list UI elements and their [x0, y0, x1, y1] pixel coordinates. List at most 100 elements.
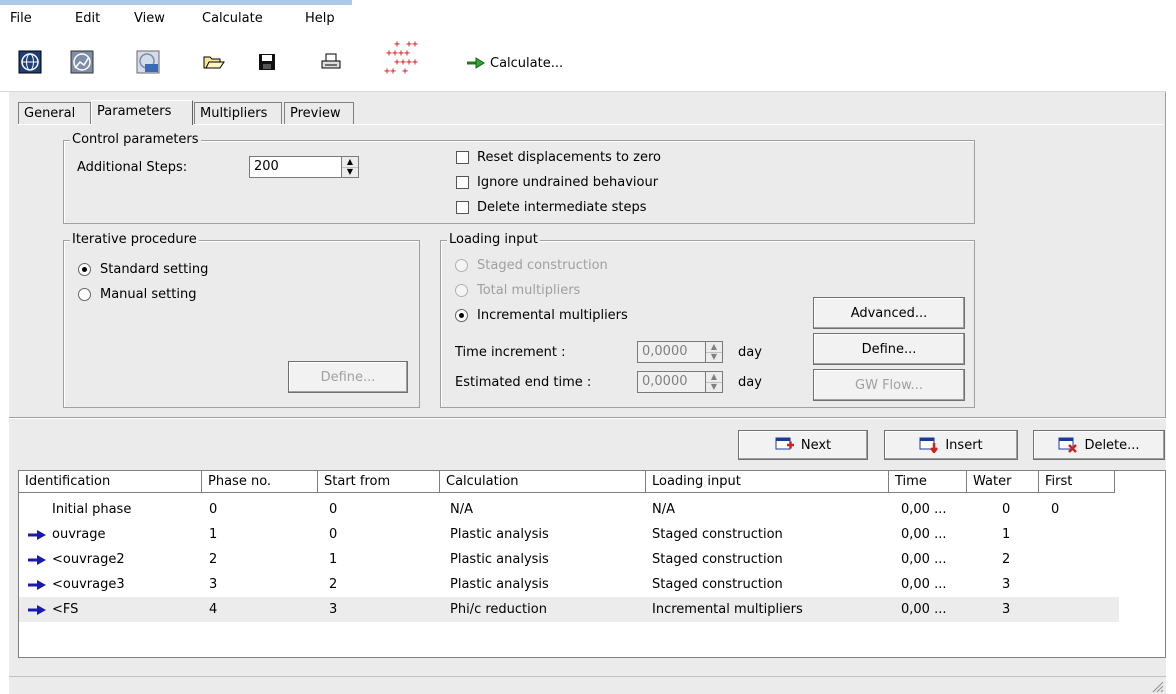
- svg-text:++ +: ++ +: [384, 66, 408, 77]
- staged-construction-radio[interactable]: Staged construction: [455, 258, 608, 273]
- col-phase-no[interactable]: Phase no.: [202, 471, 318, 493]
- col-first[interactable]: First: [1039, 471, 1115, 493]
- tab-parameters-label: Parameters: [97, 104, 172, 119]
- col-calculation[interactable]: Calculation: [440, 471, 646, 493]
- iterative-define-button[interactable]: Define...: [288, 361, 408, 393]
- loading-input-title: Loading input: [447, 232, 540, 247]
- cell-time: 0,00 ...: [901, 527, 947, 542]
- cell-loading-input: Staged construction: [652, 577, 783, 592]
- table-row[interactable]: <ouvrage2 2 1 Plastic analysis Staged co…: [19, 547, 1119, 572]
- menu-help[interactable]: Help: [305, 11, 335, 26]
- menu-file[interactable]: File: [10, 11, 32, 26]
- cell-phase-no: 3: [209, 577, 218, 592]
- calculate-button[interactable]: Calculate...: [466, 53, 563, 73]
- next-button[interactable]: Next: [738, 430, 868, 460]
- delete-intermediate-checkbox[interactable]: Delete intermediate steps: [456, 200, 647, 215]
- resize-grip-icon[interactable]: [1150, 679, 1164, 693]
- status-bar: [9, 676, 1166, 694]
- menu-calculate[interactable]: Calculate: [202, 11, 263, 26]
- open-folder-icon[interactable]: [201, 49, 227, 75]
- globe-icon[interactable]: [17, 49, 43, 75]
- col-loading-input[interactable]: Loading input: [646, 471, 889, 493]
- delete-button[interactable]: Delete...: [1033, 430, 1165, 460]
- additional-steps-spinner[interactable]: ▲ ▼: [341, 156, 359, 178]
- insert-phase-icon: [919, 437, 939, 453]
- globe-chart-icon[interactable]: [69, 49, 95, 75]
- table-row[interactable]: <ouvrage3 3 2 Plastic analysis Staged co…: [19, 572, 1119, 597]
- cell-calculation: N/A: [450, 502, 473, 517]
- reset-displacements-checkbox[interactable]: Reset displacements to zero: [456, 150, 661, 165]
- calculate-label: Calculate...: [490, 55, 564, 71]
- toolbar: + ++ ++++ ++++ ++ + Calculate...: [0, 33, 1166, 92]
- control-parameters-title: Control parameters: [70, 132, 201, 147]
- additional-steps-input[interactable]: 200 ▲ ▼: [249, 156, 359, 178]
- end-time-spinner[interactable]: ▲ ▼: [705, 371, 723, 393]
- additional-steps-label: Additional Steps:: [77, 160, 188, 175]
- cell-phase-no: 0: [209, 502, 218, 517]
- incremental-multipliers-radio[interactable]: Incremental multipliers: [455, 308, 628, 323]
- col-water[interactable]: Water: [967, 471, 1039, 493]
- arrow-right-icon: [28, 580, 46, 590]
- cell-start-from: 2: [329, 577, 338, 592]
- gw-flow-button[interactable]: GW Flow...: [813, 369, 965, 401]
- total-multipliers-label: Total multipliers: [477, 283, 581, 298]
- iterative-define-label: Define...: [320, 369, 376, 385]
- advanced-label: Advanced...: [850, 305, 928, 321]
- manual-setting-radio[interactable]: Manual setting: [78, 287, 196, 302]
- checkbox-box: [456, 201, 469, 214]
- cell-start-from: 3: [329, 602, 338, 617]
- tab-general[interactable]: General: [18, 102, 91, 124]
- time-increment-spinner[interactable]: ▲ ▼: [705, 341, 723, 363]
- ignore-undrained-checkbox[interactable]: Ignore undrained behaviour: [456, 175, 658, 190]
- col-time[interactable]: Time: [889, 471, 967, 493]
- reset-displacements-label: Reset displacements to zero: [477, 150, 661, 165]
- cell-identification: <ouvrage3: [52, 577, 125, 592]
- standard-setting-radio[interactable]: Standard setting: [78, 262, 208, 277]
- advanced-button[interactable]: Advanced...: [813, 297, 965, 329]
- time-increment-input[interactable]: 0,0000 ▲ ▼: [637, 341, 723, 363]
- radio-dot: [78, 288, 91, 301]
- next-phase-icon: [775, 437, 794, 450]
- cell-identification: <FS: [52, 602, 79, 617]
- end-time-value: 0,0000: [642, 374, 688, 389]
- loading-define-button[interactable]: Define...: [813, 333, 965, 365]
- delete-phase-icon: [1058, 437, 1078, 453]
- col-start-from[interactable]: Start from: [318, 471, 440, 493]
- delete-intermediate-label: Delete intermediate steps: [477, 200, 647, 215]
- col-identification[interactable]: Identification: [19, 471, 202, 493]
- calculate-arrow-icon: [467, 57, 485, 69]
- globe-output-icon[interactable]: [135, 49, 161, 75]
- cell-start-from: 1: [329, 552, 338, 567]
- cell-phase-no: 4: [209, 602, 218, 617]
- table-row[interactable]: ouvrage 1 0 Plastic analysis Staged cons…: [19, 522, 1119, 547]
- end-time-input[interactable]: 0,0000 ▲ ▼: [637, 371, 723, 393]
- cell-time: 0,00 ...: [901, 602, 947, 617]
- table-row-selected[interactable]: <FS 4 3 Phi/c reduction Incremental mult…: [19, 597, 1119, 622]
- table-row[interactable]: Initial phase 0 0 N/A N/A 0,00 ... 0 0: [19, 497, 1119, 522]
- tab-preview[interactable]: Preview: [284, 102, 354, 124]
- menu-bar: File Edit View Calculate Help: [0, 5, 1176, 33]
- tab-multipliers-label: Multipliers: [200, 106, 268, 121]
- cell-identification: <ouvrage2: [52, 552, 125, 567]
- checkbox-box: [456, 151, 469, 164]
- time-increment-unit: day: [738, 345, 762, 360]
- cell-loading-input: Staged construction: [652, 527, 783, 542]
- cell-start-from: 0: [329, 502, 338, 517]
- insert-label: Insert: [945, 437, 983, 453]
- select-points-icon[interactable]: + ++ ++++ ++++ ++ +: [376, 39, 436, 87]
- print-icon[interactable]: [318, 49, 344, 75]
- arrow-right-icon: [28, 530, 46, 540]
- tab-parameters[interactable]: Parameters: [91, 100, 193, 125]
- menu-view[interactable]: View: [134, 11, 165, 26]
- phases-table[interactable]: Identification Phase no. Start from Calc…: [18, 470, 1166, 658]
- iterative-procedure-title: Iterative procedure: [70, 232, 199, 247]
- radio-dot: [455, 284, 468, 297]
- cell-loading-input: Staged construction: [652, 552, 783, 567]
- save-icon[interactable]: [254, 49, 280, 75]
- total-multipliers-radio[interactable]: Total multipliers: [455, 283, 580, 298]
- insert-button[interactable]: Insert: [884, 430, 1018, 460]
- tab-multipliers[interactable]: Multipliers: [194, 102, 282, 124]
- cell-water: 3: [1002, 577, 1011, 592]
- radio-dot: [455, 309, 468, 322]
- menu-edit[interactable]: Edit: [75, 11, 100, 26]
